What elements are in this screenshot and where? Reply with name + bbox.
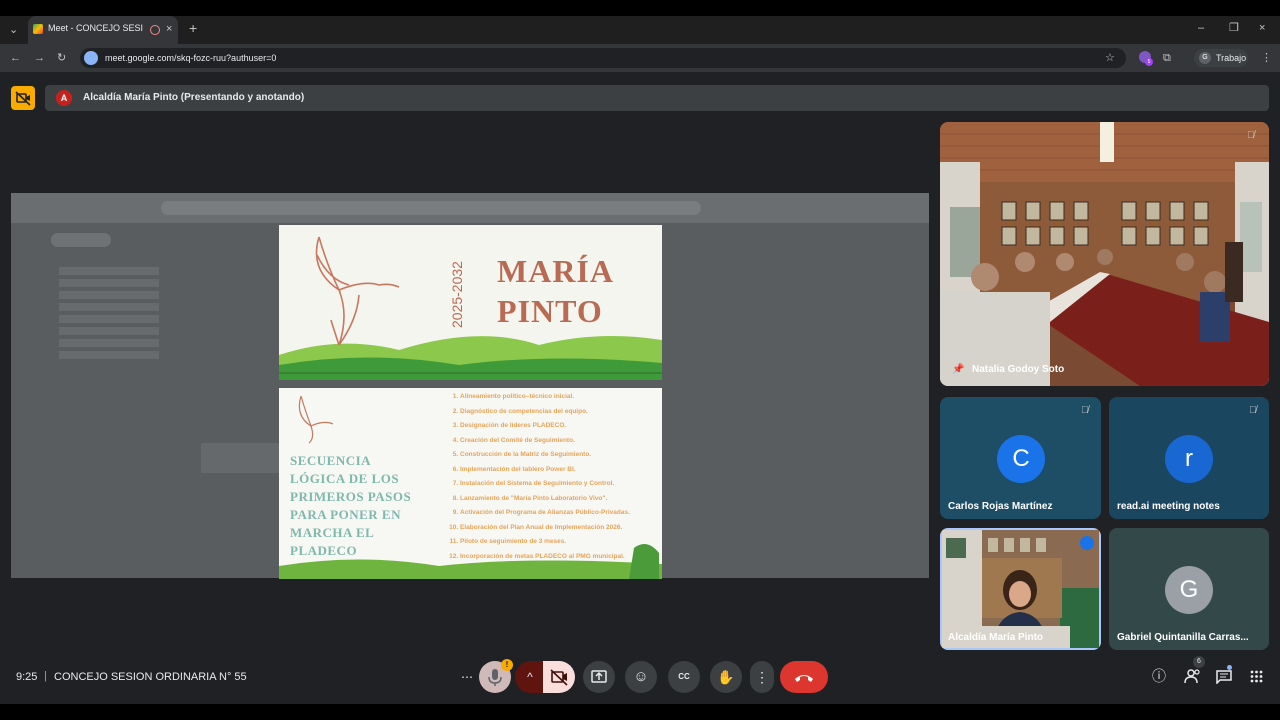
maximize-icon[interactable]: ❐ (1229, 22, 1239, 34)
leave-call-button[interactable] (780, 661, 828, 693)
sequence-title: SECUENCIA LÓGICA DE LOS PRIMEROS PASOS P… (290, 452, 438, 560)
profile-avatar: G (1199, 52, 1211, 64)
meeting-info-icon[interactable]: ⓘ (1152, 669, 1166, 683)
extensions-puzzle-icon[interactable]: ⧉ (1163, 52, 1171, 64)
profile-label: Trabajo (1216, 53, 1247, 63)
step-item: Designación de líderes PLADECO. (460, 419, 662, 434)
bookmark-star-icon[interactable]: ☆ (1105, 52, 1115, 64)
step-item: Incorporación de metas PLADECO al PMG mu… (460, 550, 662, 565)
step-item: Instalación del Sistema de Seguimiento y… (460, 477, 662, 492)
close-tab-icon[interactable]: × (166, 23, 172, 35)
participant-name: Natalia Godoy Soto (972, 364, 1065, 375)
participant-tile-readai[interactable]: r 🎙̸ read.ai meeting notes (1109, 397, 1269, 519)
step-item: Construcción de la Matriz de Seguimiento… (460, 448, 662, 463)
slide-title-line2: PINTO (497, 293, 603, 329)
people-icon[interactable] (1184, 668, 1202, 689)
meet-favicon-icon (33, 24, 43, 34)
raise-hand-button[interactable]: ✋ (710, 661, 742, 693)
video-options-chevron[interactable]: ^ (515, 661, 545, 693)
muted-mic-icon: 🎙̸ (1081, 405, 1089, 416)
tab-search-icon[interactable]: ⌄ (9, 24, 18, 36)
more-audio-button[interactable]: ⋯ (452, 661, 482, 693)
presenter-avatar: A (56, 90, 72, 106)
participant-name: read.ai meeting notes (1117, 501, 1220, 512)
muted-mic-icon: 🎙̸ (1247, 130, 1255, 141)
slide-title-line1: MARÍA (497, 253, 614, 289)
activities-apps-icon[interactable] (1250, 670, 1263, 688)
pin-icon[interactable]: 📌 (952, 364, 964, 375)
step-item: Elaboración del Plan Anual de Implementa… (460, 521, 662, 536)
speaking-indicator-icon (1080, 536, 1094, 550)
back-icon[interactable]: ← (10, 52, 21, 64)
participant-name: Gabriel Quintanilla Carras... (1117, 632, 1249, 643)
step-item: Activación del Programa de Alianzas Públ… (460, 506, 662, 521)
mic-warning-badge: ! (501, 659, 513, 671)
step-item: Lanzamiento de "María Pinto Laboratorio … (460, 492, 662, 507)
participant-tile-carlos[interactable]: C 🎙̸ Carlos Rojas Martínez (940, 397, 1101, 519)
divider: | (44, 670, 47, 682)
meeting-time: 9:25 (16, 671, 38, 683)
present-screen-button[interactable] (583, 661, 615, 693)
participant-avatar: G (1165, 566, 1213, 614)
sequence-title-line: SECUENCIA (290, 453, 372, 468)
participant-avatar: C (997, 435, 1045, 483)
minimize-icon[interactable]: – (1198, 22, 1204, 34)
forward-icon[interactable]: → (34, 52, 45, 64)
sequence-title-line: PLADECO (290, 543, 358, 558)
participant-name: Carlos Rojas Martínez (948, 501, 1053, 512)
captions-button[interactable]: CC (668, 661, 700, 693)
site-mic-icon[interactable] (84, 51, 98, 65)
chat-unread-dot (1227, 665, 1232, 670)
tab-title: Meet - CONCEJO SESION O (48, 23, 143, 33)
presenting-banner-text: Alcaldía María Pinto (Presentando y anot… (83, 92, 305, 103)
meeting-title: CONCEJO SESION ORDINARIA N° 55 (54, 671, 247, 683)
recording-icon (150, 25, 160, 35)
step-item: Diagnóstico de competencias del equipo. (460, 405, 662, 420)
participant-tile-alcaldia[interactable]: Alcaldía María Pinto (940, 528, 1101, 650)
chat-icon[interactable] (1216, 670, 1232, 689)
url-text: meet.google.com/skq-fozc-ruu?authuser=0 (105, 53, 277, 63)
new-tab-button[interactable]: + (189, 21, 197, 35)
camera-off-notice-icon[interactable] (11, 86, 35, 110)
participant-tile-natalia[interactable]: 🎙̸ 📌 Natalia Godoy Soto (940, 122, 1269, 386)
slide-title-card: 2025-2032 MARÍA PINTO (279, 225, 662, 380)
sequence-title-line: LÓGICA DE LOS (290, 471, 400, 486)
participant-avatar: r (1165, 435, 1213, 483)
camera-toggle-button[interactable] (543, 661, 575, 693)
browser-menu-icon[interactable]: ⋮ (1261, 52, 1272, 64)
participant-name: Alcaldía María Pinto (948, 632, 1044, 643)
step-item: Alineamiento político–técnico inicial. (460, 390, 662, 405)
sequence-title-line: MARCHA EL (290, 525, 375, 540)
slide-steps-card: SECUENCIA LÓGICA DE LOS PRIMEROS PASOS P… (279, 388, 662, 579)
people-count-badge: 6 (1193, 656, 1205, 668)
emoji-reaction-button[interactable]: ☺ (625, 661, 657, 693)
steps-list: Alineamiento político–técnico inicial. D… (434, 390, 662, 564)
extension-badge: 5 (1145, 58, 1153, 66)
reload-icon[interactable]: ↻ (57, 52, 66, 64)
muted-mic-icon: 🎙̸ (1249, 405, 1257, 416)
step-item: Implementación del tablero Power BI. (460, 463, 662, 478)
sequence-title-line: PARA PONER EN (290, 507, 401, 522)
plan-years: 2025-2032 (449, 261, 465, 328)
more-options-button[interactable]: ⋮ (750, 661, 774, 693)
close-window-icon[interactable]: × (1259, 22, 1265, 34)
step-item: Piloto de seguimiento de 3 meses. (460, 535, 662, 550)
step-item: Creación del Comité de Seguimiento. (460, 434, 662, 449)
participant-tile-gabriel[interactable]: G Gabriel Quintanilla Carras... (1109, 528, 1269, 650)
sequence-title-line: PRIMEROS PASOS (290, 489, 412, 504)
